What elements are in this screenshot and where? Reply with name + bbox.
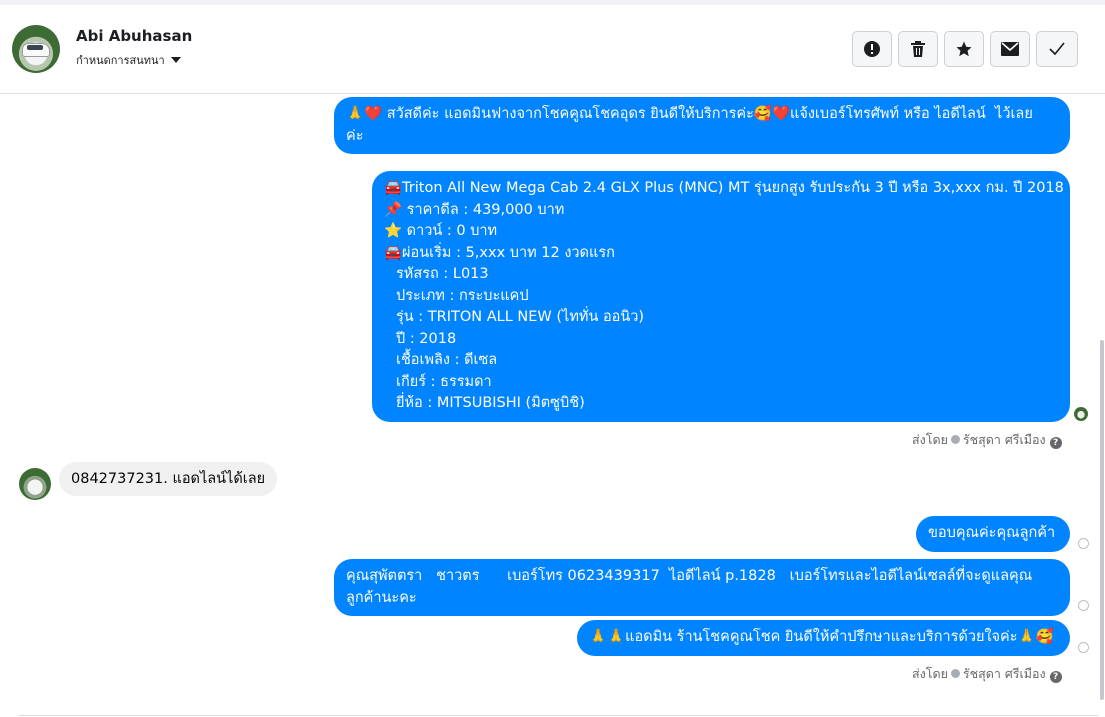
message-text: 🚘Triton All New Mega Cab 2.4 GLX Plus (M… — [384, 180, 1064, 196]
sent-by-agent[interactable]: รัชสุดา ศรีเมือง — [963, 666, 1046, 681]
message-text: 📌 ราคาดีล : 439,000 บาท — [384, 201, 565, 218]
trash-icon — [911, 41, 925, 57]
scrollbar-thumb[interactable] — [1100, 340, 1104, 700]
message-text: 0842737231. แอดไลน์ได้เลย — [71, 471, 266, 487]
message-text: ลูกค้านะคะ — [346, 589, 417, 606]
message-text: 🚘ผ่อนเริ่ม : 5,xxx บาท 12 งวดแรก — [384, 244, 615, 261]
message-text: ค่ะ — [346, 127, 364, 144]
mark-unread-button[interactable] — [990, 31, 1030, 67]
message-bubble-outgoing[interactable]: คุณสุพัตตรา ชาวตร เบอร์โทร 0623439317 ไอ… — [334, 559, 1070, 616]
help-icon[interactable]: ? — [1049, 437, 1062, 449]
assign-label: กำหนดการสนทนา — [76, 54, 165, 67]
mark-done-button[interactable] — [1036, 31, 1078, 67]
sent-status-icon — [1078, 600, 1089, 611]
star-button[interactable] — [944, 31, 984, 67]
contact-avatar-small[interactable] — [19, 468, 51, 500]
check-icon — [1049, 42, 1065, 56]
sent-by-agent[interactable]: รัชสุดา ศรีเมือง — [963, 432, 1046, 447]
agent-dot-icon — [950, 435, 960, 444]
composer-divider — [18, 715, 1098, 716]
agent-dot-icon — [950, 669, 960, 678]
message-text: คุณสุพัตตรา ชาวตร เบอร์โทร 0623439317 ไอ… — [346, 568, 1033, 584]
contact-name[interactable]: Abi Abuhasan — [76, 27, 192, 45]
message-text: ⭐ ดาวน์ : 0 บาท — [384, 223, 498, 239]
delete-button[interactable] — [898, 31, 938, 67]
sent-status-icon — [1078, 538, 1089, 549]
contact-avatar[interactable] — [12, 25, 60, 73]
message-bubble-outgoing[interactable]: 🙏❤️ สวัสดีค่ะ แอดมินฟางจากโชคคูณโชคอุดร … — [334, 97, 1070, 154]
sent-by-prefix: ส่งโดย — [912, 666, 948, 681]
message-bubble-incoming[interactable]: 0842737231. แอดไลน์ได้เลย — [59, 462, 278, 496]
caret-down-icon — [170, 57, 181, 63]
message-text: รหัสรถ : L013 — [396, 266, 489, 282]
message-bubble-outgoing[interactable]: ขอบคุณค่ะคุณลูกค้า — [916, 516, 1070, 552]
message-text: 🙏🙏แอดมิน ร้านโชคคูณโชค ยินดีให้คำปรึกษาแ… — [589, 629, 1054, 645]
sent-by-label: ส่งโดย รัชสุดา ศรีเมือง? — [912, 430, 1062, 450]
message-text: ปี : 2018 — [396, 330, 457, 347]
conversation-header: Abi Abuhasan กำหนดการสนทนา — [0, 5, 1105, 94]
sent-by-prefix: ส่งโดย — [912, 432, 948, 447]
message-text: ประเภท : กระบะแคป — [396, 287, 529, 304]
envelope-icon — [1001, 42, 1019, 56]
message-bubble-outgoing[interactable]: 🚘Triton All New Mega Cab 2.4 GLX Plus (M… — [372, 171, 1070, 422]
seen-avatar-icon — [1074, 407, 1088, 421]
message-text: ยี่ห้อ : MITSUBISHI (มิตซูบิชิ) — [396, 395, 585, 411]
sent-by-label: ส่งโดย รัชสุดา ศรีเมือง? — [912, 664, 1062, 684]
header-toolbar — [852, 31, 1078, 67]
message-thread: 🙏❤️ สวัสดีค่ะ แอดมินฟางจากโชคคูณโชคอุดร … — [0, 94, 1105, 717]
mark-spam-button[interactable] — [852, 31, 892, 67]
message-text: เชื้อเพลิง : ดีเซล — [396, 352, 498, 368]
alert-icon — [864, 41, 880, 57]
star-icon — [956, 41, 972, 57]
assign-conversation-dropdown[interactable]: กำหนดการสนทนา — [76, 51, 181, 69]
help-icon[interactable]: ? — [1049, 671, 1062, 683]
message-text: 🙏❤️ สวัสดีค่ะ แอดมินฟางจากโชคคูณโชคอุดร … — [346, 106, 1033, 122]
message-text: ขอบคุณค่ะคุณลูกค้า — [928, 525, 1056, 541]
message-text: รุ่น : TRITON ALL NEW (ไททั่น ออนิว) — [396, 309, 645, 325]
sent-status-icon — [1078, 642, 1089, 653]
message-bubble-outgoing[interactable]: 🙏🙏แอดมิน ร้านโชคคูณโชค ยินดีให้คำปรึกษาแ… — [577, 620, 1070, 656]
message-text: เกียร์ : ธรรมดา — [396, 373, 492, 390]
